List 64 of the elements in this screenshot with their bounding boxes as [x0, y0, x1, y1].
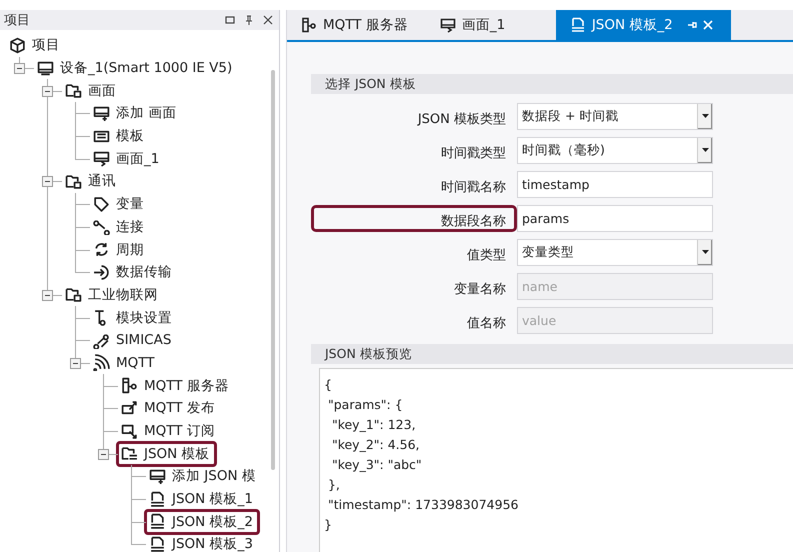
- link-icon: [93, 218, 110, 236]
- code-line: "key_2": 4.56,: [330, 436, 421, 454]
- screen-add-icon: [93, 104, 110, 122]
- code-line: },: [326, 476, 341, 494]
- cube-icon: [9, 36, 26, 54]
- dropdown-field[interactable]: 时间戳（毫秒): [517, 137, 713, 164]
- code-line: "timestamp": 1733983074956: [326, 496, 520, 514]
- code-line: "params": {: [326, 396, 404, 414]
- json-file-icon: [570, 17, 586, 33]
- collapse-toggle[interactable]: [42, 176, 53, 188]
- editor-tab[interactable]: MQTT 服务器: [287, 10, 426, 40]
- close-icon[interactable]: [263, 15, 273, 25]
- json-file-icon: [149, 490, 166, 508]
- publish-icon: [121, 400, 138, 417]
- folder-icon: [65, 172, 82, 190]
- monitor-icon: [37, 60, 54, 77]
- tree-item[interactable]: JSON 模板_2: [144, 508, 260, 535]
- json-folder-icon: [121, 445, 138, 462]
- section-header: JSON 模板预览: [311, 344, 793, 364]
- server-icon: [121, 377, 138, 394]
- editor-tab[interactable]: 画面_1: [426, 10, 556, 40]
- input-field[interactable]: params: [517, 205, 713, 232]
- field-label: 时间戳类型: [440, 145, 507, 163]
- scrollbar-thumb[interactable]: [271, 70, 275, 470]
- caret-icon: [702, 114, 708, 119]
- cycle-icon: [93, 241, 110, 258]
- field-label: 值名称: [466, 315, 507, 333]
- section-header: 选择 JSON 模板: [311, 74, 793, 94]
- screen-icon: [93, 150, 110, 168]
- subscribe-icon: [121, 422, 138, 440]
- tag-icon: [93, 196, 110, 213]
- collapse-toggle[interactable]: [70, 358, 81, 369]
- pin-icon[interactable]: [244, 15, 254, 25]
- screen-add-icon: [149, 468, 166, 485]
- dropdown-field[interactable]: 变量类型: [517, 239, 713, 266]
- collapse-toggle[interactable]: [98, 448, 109, 460]
- input-field[interactable]: timestamp: [517, 171, 713, 198]
- field-label: 值类型: [466, 247, 507, 265]
- json-file-icon: [149, 536, 166, 552]
- collapse-toggle[interactable]: [42, 86, 53, 97]
- code-line: }: [324, 516, 333, 534]
- screen-icon: [440, 17, 456, 33]
- panel-title: 项目: [4, 12, 30, 29]
- restore-icon[interactable]: [225, 15, 235, 25]
- code-line: "key_1": 123,: [330, 416, 417, 434]
- folder-icon: [65, 82, 82, 100]
- tree-item[interactable]: JSON 模板: [116, 440, 217, 467]
- network-icon: [93, 332, 110, 349]
- code-line: {: [324, 376, 333, 394]
- collapse-toggle[interactable]: [42, 290, 53, 301]
- tree-item[interactable]: MQTT: [88, 350, 162, 376]
- code-line: "key_3": "abc": [330, 456, 423, 474]
- folder-icon: [65, 286, 82, 304]
- field-label: 数据段名称: [311, 205, 517, 232]
- caret-icon: [702, 250, 708, 255]
- server-icon: [301, 17, 317, 33]
- dropdown-field[interactable]: 数据段 + 时间戳: [517, 103, 713, 130]
- json-file-icon: [149, 513, 166, 530]
- signal-icon: [93, 354, 110, 372]
- caret-icon: [702, 148, 708, 153]
- collapse-toggle[interactable]: [14, 63, 25, 74]
- field-label: JSON 模板类型: [416, 111, 507, 129]
- field-label: 变量名称: [453, 281, 507, 299]
- field-label: 时间戳名称: [440, 179, 507, 197]
